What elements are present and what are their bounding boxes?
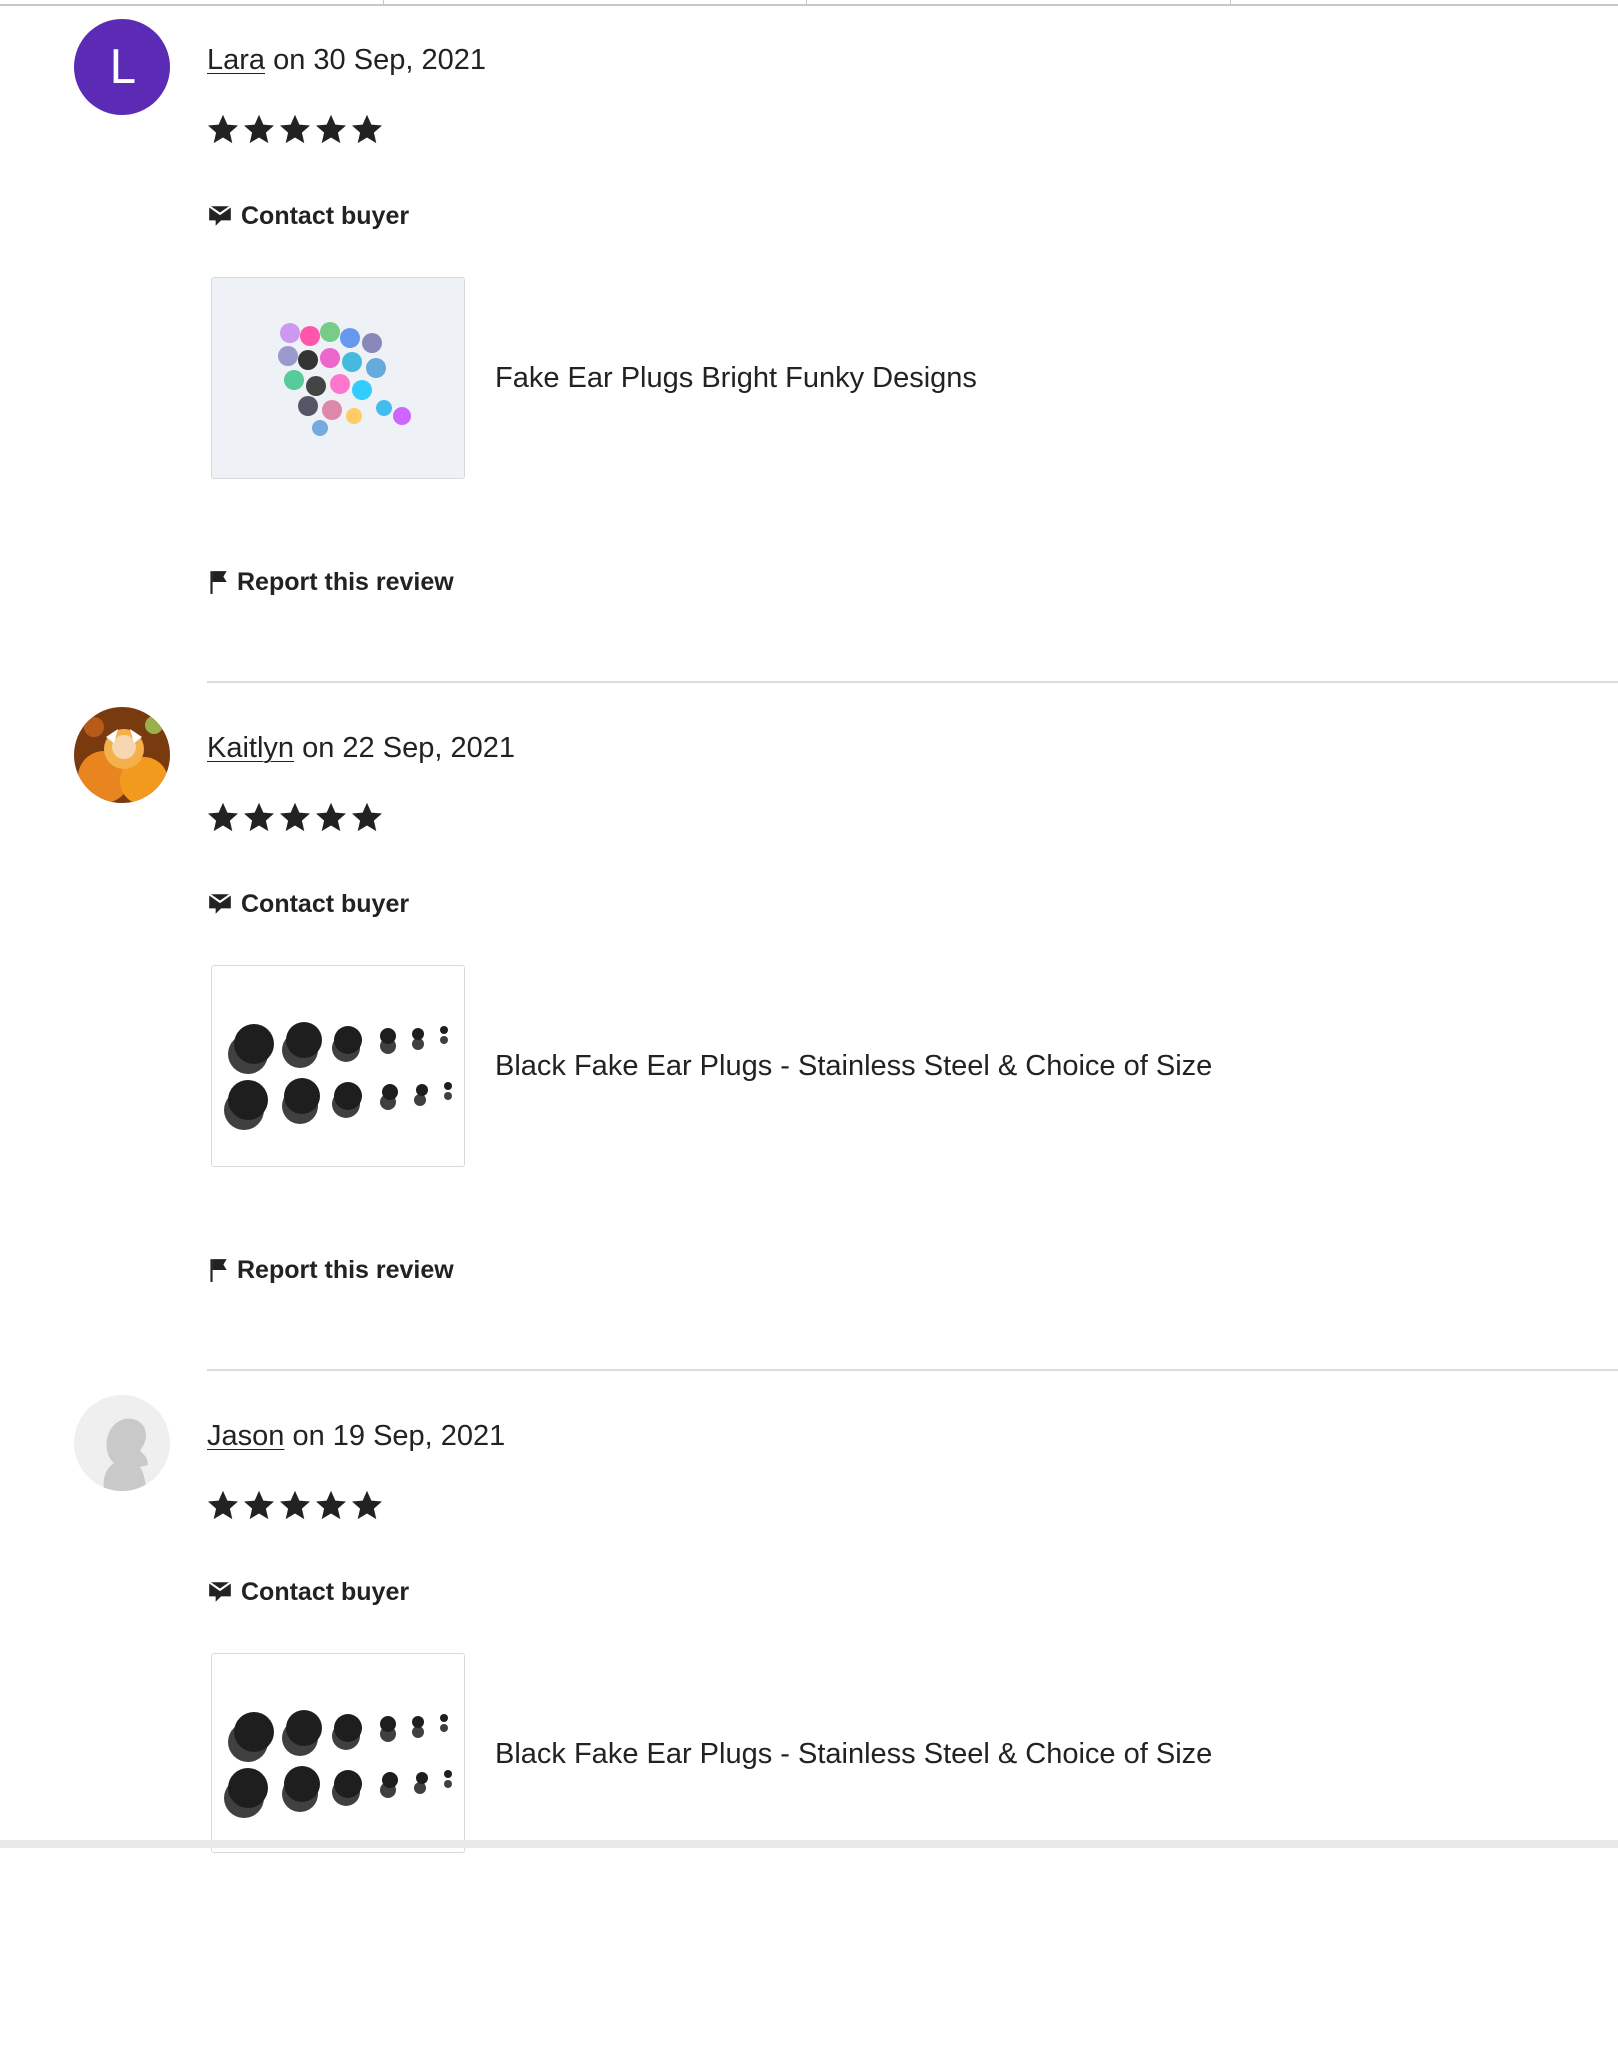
flag-icon: [210, 571, 227, 594]
review-item: L Lara on 30 Sep, 2021 Contact buyer Fak…: [0, 0, 1618, 688]
black-ear-plugs-photo: [212, 1654, 464, 1852]
product-thumbnail[interactable]: [211, 277, 465, 479]
review-byline: Kaitlyn on 22 Sep, 2021: [207, 728, 515, 768]
report-review-label: Report this review: [237, 1255, 454, 1284]
star-icon: [244, 802, 274, 832]
orange-cartoon-avatar: [74, 707, 170, 803]
report-review-button[interactable]: Report this review: [207, 1252, 454, 1288]
review-date: on 22 Sep, 2021: [302, 732, 515, 764]
review-divider: [207, 681, 1618, 683]
reviewer-name-link[interactable]: Jason: [207, 1420, 284, 1452]
star-icon: [208, 802, 238, 832]
review-date: on 30 Sep, 2021: [273, 44, 486, 76]
product-title-link[interactable]: Black Fake Ear Plugs - Stainless Steel &…: [495, 1734, 1212, 1774]
star-icon: [280, 114, 310, 144]
contact-buyer-label: Contact buyer: [241, 1577, 410, 1606]
review-byline: Lara on 30 Sep, 2021: [207, 40, 486, 80]
star-rating: [205, 108, 385, 150]
colorful-ear-plugs-photo: [212, 278, 464, 478]
product-thumbnail[interactable]: [211, 965, 465, 1167]
star-icon: [316, 114, 346, 144]
bottom-edge: [0, 1840, 1618, 1848]
star-icon: [208, 114, 238, 144]
review-item: Jason on 19 Sep, 2021 Contact buyer Blac…: [0, 1376, 1618, 2064]
review-divider: [207, 1369, 1618, 1371]
avatar[interactable]: [74, 1395, 170, 1491]
star-icon: [244, 1490, 274, 1520]
contact-buyer-button[interactable]: Contact buyer: [207, 1574, 409, 1610]
product-title-link[interactable]: Fake Ear Plugs Bright Funky Designs: [495, 358, 977, 398]
contact-buyer-label: Contact buyer: [241, 889, 410, 918]
star-icon: [244, 114, 274, 144]
review-item: Kaitlyn on 22 Sep, 2021 Contact buyer Bl…: [0, 688, 1618, 1376]
envelope-icon: [208, 893, 232, 914]
star-rating: [205, 796, 385, 838]
star-icon: [280, 802, 310, 832]
star-icon: [352, 114, 382, 144]
review-date: on 19 Sep, 2021: [292, 1420, 506, 1452]
flag-icon: [210, 1259, 227, 1282]
product-title-link[interactable]: Black Fake Ear Plugs - Stainless Steel &…: [495, 1046, 1212, 1086]
review-byline: Jason on 19 Sep, 2021: [207, 1416, 505, 1456]
product-thumbnail[interactable]: [211, 1653, 465, 1853]
default-user-silhouette: [74, 1395, 170, 1491]
star-icon: [352, 1490, 382, 1520]
contact-buyer-label: Contact buyer: [241, 201, 410, 230]
star-icon: [316, 802, 346, 832]
contact-buyer-button[interactable]: Contact buyer: [207, 886, 409, 922]
black-ear-plugs-photo: [212, 966, 464, 1166]
star-rating: [205, 1484, 385, 1526]
envelope-icon: [208, 1581, 232, 1602]
star-icon: [352, 802, 382, 832]
envelope-icon: [208, 205, 232, 226]
reviewer-name-link[interactable]: Lara: [207, 44, 265, 76]
avatar[interactable]: L: [74, 19, 170, 115]
star-icon: [280, 1490, 310, 1520]
avatar[interactable]: [74, 707, 170, 803]
avatar-letter: L: [109, 40, 135, 94]
star-icon: [316, 1490, 346, 1520]
report-review-label: Report this review: [237, 567, 454, 596]
report-review-button[interactable]: Report this review: [207, 564, 454, 600]
star-icon: [208, 1490, 238, 1520]
reviewer-name-link[interactable]: Kaitlyn: [207, 732, 294, 764]
contact-buyer-button[interactable]: Contact buyer: [207, 198, 409, 234]
